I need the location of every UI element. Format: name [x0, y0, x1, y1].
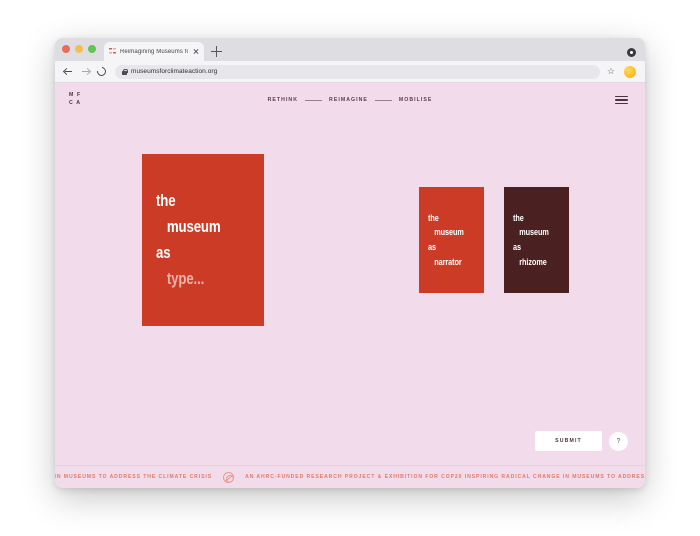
profile-avatar[interactable]	[624, 65, 636, 78]
submit-row: SUBMIT ?	[535, 431, 628, 451]
browser-tab-active[interactable]: Reimagining Museums for Clim	[104, 42, 204, 61]
desktop-background: Reimagining Museums for Clim museumsforc…	[0, 0, 700, 536]
hamburger-bar	[615, 99, 628, 101]
hamburger-bar	[615, 95, 628, 97]
bookmark-star-icon[interactable]: ☆	[607, 67, 615, 76]
poster-line-4: rhizome	[519, 255, 547, 267]
site-logo[interactable]: M FC A	[69, 92, 81, 107]
zoom-window-button[interactable]	[88, 45, 96, 53]
poster-card-narrator[interactable]: the museum as narrator	[419, 187, 484, 293]
window-traffic-lights	[62, 38, 96, 61]
poster-card-rhizome[interactable]: the museum as rhizome	[504, 187, 569, 293]
browser-tab-strip: Reimagining Museums for Clim	[55, 38, 645, 61]
new-tab-icon[interactable]	[211, 46, 222, 57]
reload-icon[interactable]	[95, 65, 108, 78]
submit-button[interactable]: SUBMIT	[535, 431, 602, 451]
browser-tab-title: Reimagining Museums for Clim	[120, 48, 188, 55]
nav-item-mobilise[interactable]: MOBILISE	[399, 97, 432, 103]
lock-icon	[122, 68, 128, 75]
forward-icon[interactable]	[80, 67, 90, 77]
site-logo-line2: C A	[69, 100, 82, 106]
poster-line-1: the	[513, 211, 524, 223]
nav-divider-dash	[374, 99, 392, 101]
ticker-segment-right: AN AHRC-FUNDED RESEARCH PROJECT & EXHIBI…	[245, 474, 645, 480]
close-tab-icon[interactable]	[192, 48, 200, 56]
site-navigation: RETHINK REIMAGINE MOBILISE	[55, 97, 645, 103]
site-favicon-icon	[109, 48, 116, 55]
poster-line-3: as	[513, 241, 521, 252]
nav-item-reimagine[interactable]: REIMAGINE	[329, 97, 368, 103]
address-bar[interactable]: museumsforclimateaction.org	[115, 64, 600, 79]
browser-window: Reimagining Museums for Clim museumsforc…	[55, 38, 645, 488]
poster-line-3: as	[156, 243, 171, 262]
site-header: M FC A RETHINK REIMAGINE MOBILISE	[55, 83, 645, 117]
tab-strip-right-controls	[627, 48, 636, 57]
minimize-window-button[interactable]	[75, 45, 83, 53]
poster-line-1: the	[156, 191, 176, 211]
poster-line-4: narrator	[434, 255, 462, 267]
hamburger-bar	[615, 103, 628, 105]
page-viewport: M FC A RETHINK REIMAGINE MOBILISE the mu…	[55, 83, 645, 488]
site-logo-line1: M F	[69, 92, 82, 99]
hamburger-menu-icon[interactable]	[615, 95, 628, 105]
poster-line-4: type...	[166, 268, 205, 288]
poster-line-2: museum	[519, 226, 549, 238]
recording-target-icon[interactable]	[627, 48, 636, 57]
nav-divider-dash	[305, 99, 323, 101]
poster-line-3: as	[428, 241, 436, 252]
help-button[interactable]: ?	[609, 431, 628, 451]
ticker-segment-left: RADICAL CHANGE IN MUSEUMS TO ADDRESS THE…	[55, 474, 213, 480]
browser-toolbar: museumsforclimateaction.org ☆	[55, 61, 645, 83]
poster-line-2: museum	[434, 226, 464, 238]
address-bar-url: museumsforclimateaction.org	[131, 68, 218, 75]
poster-card-type[interactable]: the museum as type...	[142, 154, 264, 326]
close-window-button[interactable]	[62, 45, 70, 53]
poster-line-2: museum	[166, 217, 221, 237]
poster-cards-area: the museum as type... the museum as narr…	[55, 117, 645, 447]
poster-line-1: the	[428, 211, 439, 223]
ticker-inner: RADICAL CHANGE IN MUSEUMS TO ADDRESS THE…	[55, 471, 645, 483]
nav-item-rethink[interactable]: RETHINK	[268, 97, 298, 103]
back-icon[interactable]	[63, 67, 73, 77]
footer-ticker: RADICAL CHANGE IN MUSEUMS TO ADDRESS THE…	[55, 465, 645, 488]
ticker-globe-icon	[223, 471, 235, 483]
